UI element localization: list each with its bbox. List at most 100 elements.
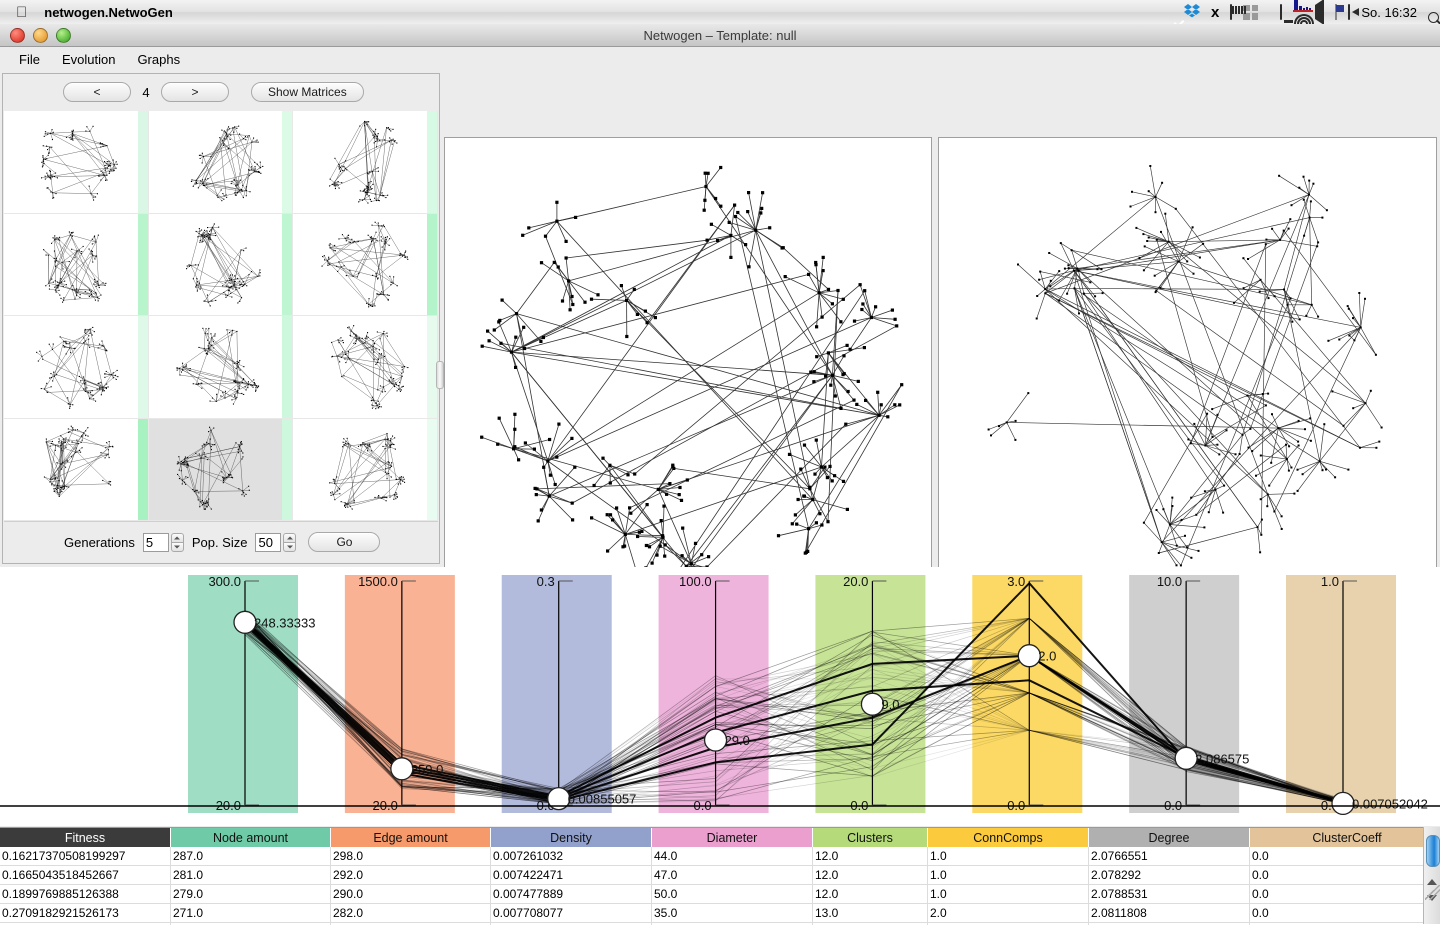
thumbnail-network (309, 321, 421, 413)
pop-size-input[interactable]: 50 (255, 533, 281, 552)
table-cell: 0.1899769885126388 (0, 885, 171, 904)
table-header-cell[interactable]: ConnComps (928, 828, 1089, 847)
svg-text:0.007052042: 0.007052042 (1352, 796, 1428, 811)
table-cell: 12.0 (813, 866, 928, 885)
thumbnail-cell[interactable] (293, 111, 438, 214)
table-cell: 0.0 (1250, 847, 1440, 866)
previous-generation-button[interactable]: < (63, 82, 131, 102)
thumbnail-cell[interactable] (4, 111, 149, 214)
table-cell: 0.0 (1250, 885, 1440, 904)
thumbnail-network (164, 321, 276, 413)
go-button[interactable]: Go (308, 532, 380, 552)
table-cell: 287.0 (171, 847, 331, 866)
thumbnail-network (164, 218, 276, 310)
network-graph-a (445, 138, 929, 609)
table-cell: 2.078292 (1089, 866, 1250, 885)
thumbnail-fitness-bar (138, 214, 148, 316)
thumbnail-cell[interactable] (293, 419, 438, 522)
scrollbar-thumb[interactable] (1426, 835, 1440, 867)
thumbnail-network (20, 423, 132, 515)
table-body: 0.16217370508199297287.0298.00.007261032… (0, 847, 1440, 925)
svg-text:0.3: 0.3 (537, 574, 555, 589)
table-cell: 0.0 (1250, 866, 1440, 885)
dropbox-icon[interactable] (1184, 3, 1200, 21)
table-header-cell[interactable]: Diameter (652, 828, 813, 847)
table-header-cell[interactable]: Edge amount (331, 828, 491, 847)
thumbnail-network (309, 116, 421, 208)
generations-stepper[interactable] (171, 533, 184, 552)
table-header-cell[interactable]: Degree (1089, 828, 1250, 847)
table-cell: 35.0 (652, 904, 813, 923)
menu-evolution[interactable]: Evolution (51, 50, 126, 69)
table-cell: 44.0 (652, 847, 813, 866)
menu-graphs[interactable]: Graphs (126, 50, 191, 69)
pop-size-stepper[interactable] (283, 533, 296, 552)
svg-text:1500.0: 1500.0 (358, 574, 398, 589)
show-matrices-button[interactable]: Show Matrices (251, 82, 364, 102)
volume-icon[interactable] (1315, 5, 1324, 19)
thumbnail-cell[interactable] (149, 111, 294, 214)
table-cell: 50.0 (652, 885, 813, 904)
grid-icon[interactable] (1243, 5, 1258, 20)
table-vertical-scrollbar[interactable] (1423, 827, 1440, 924)
thumbnail-network (20, 116, 132, 208)
generations-input[interactable]: 5 (143, 533, 169, 552)
thumbnail-grid (4, 111, 438, 521)
thumbnail-cell[interactable] (293, 214, 438, 317)
table-header-cell[interactable]: Density (491, 828, 652, 847)
thumbnail-fitness-bar (282, 419, 292, 521)
thumbnail-cell[interactable] (149, 316, 294, 419)
menu-file[interactable]: File (8, 50, 51, 69)
thumbnail-network (164, 116, 276, 208)
thumbnail-cell[interactable] (4, 214, 149, 317)
thumbnail-cell[interactable] (149, 214, 294, 317)
parallel-coordinates-chart[interactable]: 300.020.0248.333331500.020.0259.00.30.00… (0, 567, 1440, 826)
upper-section: < 4 > Show Matrices Generations 5 Pop. S… (0, 71, 1440, 566)
table-cell: 47.0 (652, 866, 813, 885)
thumbnail-fitness-bar (138, 419, 148, 521)
display-icon[interactable] (1280, 5, 1282, 19)
table-cell: 290.0 (331, 885, 491, 904)
svg-text:2.0: 2.0 (1038, 649, 1056, 664)
results-table[interactable]: FitnessNode amountEdge amountDensityDiam… (0, 827, 1440, 925)
graph-view-primary[interactable] (444, 137, 932, 612)
menu-bar-clock[interactable]: So. 16:32 (1361, 5, 1417, 20)
svg-text:259.0: 259.0 (411, 762, 444, 777)
y-icon[interactable]: x (1211, 4, 1219, 21)
window-resize-grip[interactable] (1425, 885, 1440, 900)
table-cell: 0.007477889 (491, 885, 652, 904)
next-generation-button[interactable]: > (161, 82, 229, 102)
population-panel: < 4 > Show Matrices Generations 5 Pop. S… (2, 73, 440, 564)
thumbnail-network (20, 321, 132, 413)
window-title-bar[interactable]: Netwogen – Template: null (0, 24, 1440, 47)
svg-text:20.0: 20.0 (843, 574, 868, 589)
flag-icon[interactable] (1335, 5, 1337, 19)
results-table-element: FitnessNode amountEdge amountDensityDiam… (0, 828, 1440, 925)
table-cell: 271.0 (171, 904, 331, 923)
table-header-cell[interactable]: Node amount (171, 828, 331, 847)
window-title: Netwogen – Template: null (0, 28, 1440, 43)
table-cell: 1.0 (928, 866, 1089, 885)
table-row[interactable]: 0.2709182921526173271.0282.00.0077080773… (0, 904, 1440, 923)
table-header-cell[interactable]: Clusters (813, 828, 928, 847)
battery-icon[interactable] (1230, 5, 1232, 19)
svg-text:10.0: 10.0 (1157, 574, 1182, 589)
thumbnail-cell[interactable] (4, 419, 149, 522)
table-header-cell[interactable]: Fitness (0, 828, 171, 847)
split-pane-handle[interactable] (436, 361, 444, 389)
table-header-cell[interactable]: ClusterCoeff (1250, 828, 1440, 847)
thumbnail-fitness-bar (427, 419, 437, 521)
parallel-coordinates-svg: 300.020.0248.333331500.020.0259.00.30.00… (0, 567, 1440, 826)
table-cell: 2.0766551 (1089, 847, 1250, 866)
graph-view-secondary[interactable] (938, 137, 1437, 572)
table-row[interactable]: 0.1665043518452667281.0292.00.0074224714… (0, 866, 1440, 885)
apple-icon[interactable]:  (16, 5, 27, 20)
thumbnail-fitness-bar (282, 111, 292, 213)
eject-icon[interactable] (1348, 5, 1350, 19)
thumbnail-cell[interactable] (149, 419, 294, 522)
thumbnail-cell[interactable] (4, 316, 149, 419)
table-row[interactable]: 0.1899769885126388279.0290.00.0074778895… (0, 885, 1440, 904)
thumbnail-cell[interactable] (293, 316, 438, 419)
table-row[interactable]: 0.16217370508199297287.0298.00.007261032… (0, 847, 1440, 866)
table-cell: 0.007261032 (491, 847, 652, 866)
